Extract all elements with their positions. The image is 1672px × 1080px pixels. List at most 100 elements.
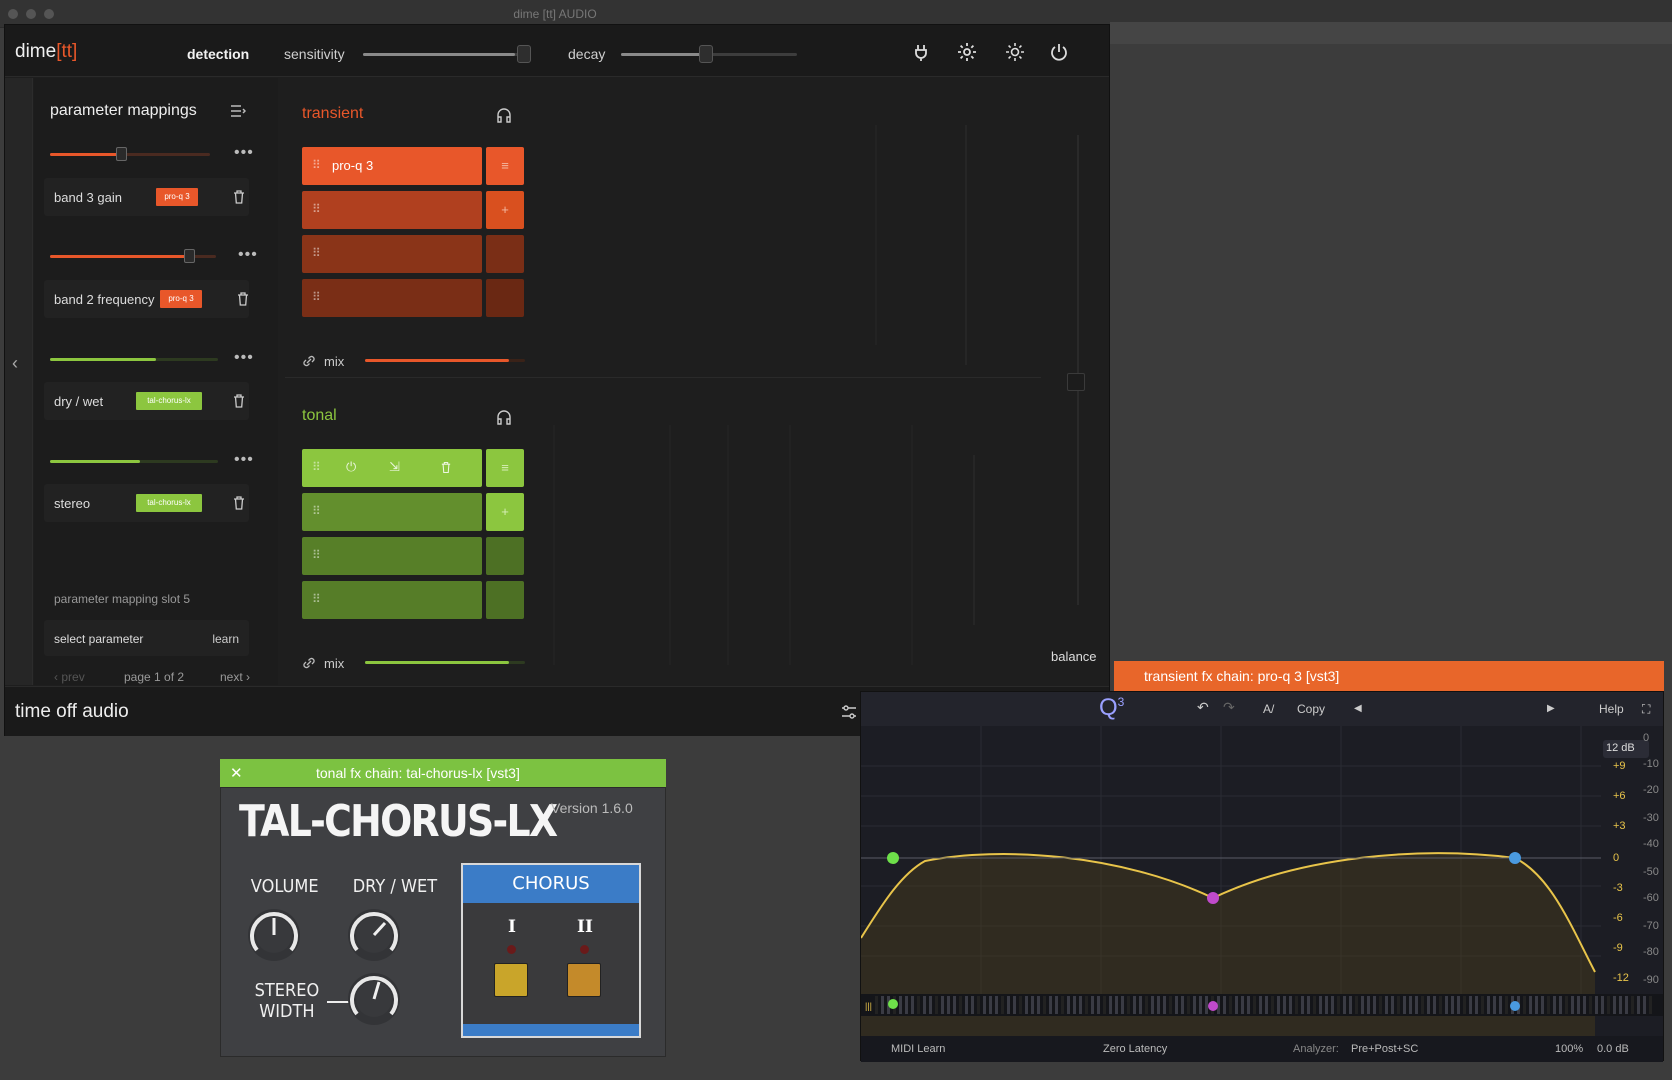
preset-prev-icon[interactable]: ◀: [1354, 703, 1362, 714]
fullscreen-icon[interactable]: ⛶: [1642, 702, 1650, 717]
stereo-width-knob[interactable]: [345, 970, 403, 1028]
learn-button[interactable]: learn: [212, 632, 239, 646]
link-icon[interactable]: [302, 656, 316, 670]
select-parameter-button[interactable]: select parameter: [54, 632, 143, 646]
chevron-left-icon[interactable]: ‹: [12, 353, 18, 374]
eq-band-node[interactable]: [1509, 852, 1521, 864]
trash-icon[interactable]: [237, 292, 249, 306]
chorus-mode-2-button[interactable]: [567, 963, 601, 997]
close-icon[interactable]: ✕: [230, 764, 243, 782]
chorus-mode-1-button[interactable]: [494, 963, 528, 997]
more-options-icon[interactable]: •••: [238, 246, 258, 264]
fx-slot-button[interactable]: [486, 537, 524, 575]
fx-slot-empty[interactable]: ⠿: [302, 279, 482, 317]
headphones-icon[interactable]: [496, 107, 512, 123]
volume-knob[interactable]: [245, 906, 303, 964]
balance-handle[interactable]: [1067, 373, 1085, 391]
headphones-icon[interactable]: [496, 409, 512, 425]
analyzer-db-tick-label: 0: [1643, 732, 1650, 744]
eq-band-node[interactable]: [1207, 892, 1219, 904]
fx-slot[interactable]: ⠿ ⏻ ⇲: [302, 449, 482, 487]
balance-track[interactable]: [1077, 135, 1079, 605]
power-icon[interactable]: [1048, 41, 1070, 63]
mapping-row[interactable]: stereo tal-chorus-lx: [44, 484, 249, 522]
fx-slot-empty[interactable]: ⠿: [302, 191, 482, 229]
drag-handle-icon[interactable]: ⠿: [312, 460, 321, 474]
mapping-row[interactable]: band 3 gain pro-q 3: [44, 178, 249, 216]
trash-icon[interactable]: [233, 190, 245, 204]
mapping-range-thumb[interactable]: [184, 249, 195, 263]
copy-button[interactable]: Copy: [1297, 702, 1325, 716]
slot-menu-button[interactable]: ≡: [486, 147, 524, 185]
collapse-icon[interactable]: ⇲: [389, 459, 400, 475]
help-button[interactable]: Help: [1599, 702, 1624, 716]
tonal-mix-slider[interactable]: [365, 661, 525, 664]
next-page-button[interactable]: next ›: [220, 670, 250, 684]
decay-slider[interactable]: [621, 45, 797, 63]
add-fx-button[interactable]: +: [486, 493, 524, 531]
drywet-knob[interactable]: [345, 906, 403, 964]
sensitivity-slider-thumb[interactable]: [517, 45, 531, 63]
prev-page-button[interactable]: ‹ prev: [54, 670, 85, 684]
eq-graph[interactable]: |||: [861, 726, 1663, 1036]
output-gain[interactable]: 0.0 dB: [1597, 1043, 1629, 1055]
list-menu-icon[interactable]: [230, 104, 246, 118]
preset-next-icon[interactable]: ▶: [1547, 703, 1555, 714]
transient-mix-slider[interactable]: [365, 359, 525, 362]
more-options-icon[interactable]: •••: [234, 451, 254, 469]
ab-button[interactable]: A/: [1263, 702, 1274, 716]
trash-icon[interactable]: [233, 496, 245, 510]
redo-icon[interactable]: ↷: [1223, 699, 1235, 716]
tal-window-titlebar[interactable]: ✕ tonal fx chain: tal-chorus-lx [vst3]: [220, 759, 666, 787]
drag-handle-icon[interactable]: ⠿: [312, 202, 321, 216]
fx-slot-button[interactable]: [486, 581, 524, 619]
fx-slot-button[interactable]: [486, 235, 524, 273]
fx-slot[interactable]: ⠿ pro-q 3: [302, 147, 482, 185]
drag-handle-icon[interactable]: ⠿: [312, 290, 321, 304]
drag-handle-icon[interactable]: ⠿: [312, 592, 321, 606]
bypass-power-icon[interactable]: ⏻: [346, 459, 356, 475]
mapping-row[interactable]: band 2 frequency pro-q 3: [44, 280, 249, 318]
mapping-range-slider[interactable]: [50, 358, 218, 361]
gear-icon[interactable]: [956, 41, 978, 63]
plug-icon[interactable]: [910, 41, 932, 63]
fx-slot-button[interactable]: [486, 279, 524, 317]
more-options-icon[interactable]: •••: [234, 144, 254, 162]
drag-handle-icon[interactable]: ⠿: [312, 504, 321, 518]
select-parameter-row[interactable]: select parameter learn: [44, 620, 249, 656]
mapping-range-slider[interactable]: [50, 147, 210, 161]
fx-slot-empty[interactable]: ⠿: [302, 235, 482, 273]
decay-slider-thumb[interactable]: [699, 45, 713, 63]
add-fx-button[interactable]: +: [486, 191, 524, 229]
mapping-range-slider[interactable]: [50, 249, 216, 263]
trash-icon[interactable]: [233, 394, 245, 408]
fx-slot-empty[interactable]: ⠿: [302, 537, 482, 575]
drag-handle-icon[interactable]: ⠿: [312, 158, 321, 172]
drag-handle-icon[interactable]: ⠿: [312, 548, 321, 562]
mapping-range-thumb[interactable]: [116, 147, 127, 161]
trash-icon[interactable]: [441, 461, 451, 474]
fx-slot-empty[interactable]: ⠿: [302, 581, 482, 619]
drag-handle-icon[interactable]: ⠿: [312, 246, 321, 260]
collapse-panel-strip[interactable]: ‹: [5, 78, 33, 685]
latency-mode-button[interactable]: Zero Latency: [1103, 1043, 1167, 1055]
eq-band-node[interactable]: [887, 852, 899, 864]
detection-tab[interactable]: detection: [187, 46, 249, 62]
analyzer-mode-button[interactable]: Pre+Post+SC: [1351, 1043, 1418, 1055]
sensitivity-slider[interactable]: [363, 45, 531, 63]
mapping-range-slider[interactable]: [50, 460, 218, 463]
undo-icon[interactable]: ↶: [1197, 699, 1209, 716]
zoom-level[interactable]: 100%: [1555, 1043, 1583, 1055]
db-tick-label: +9: [1613, 760, 1626, 772]
chorus-mode-1-label: I: [508, 917, 516, 937]
slot-menu-button[interactable]: ≡: [486, 449, 524, 487]
proq-window-titlebar[interactable]: transient fx chain: pro-q 3 [vst3]: [1114, 661, 1664, 691]
more-options-icon[interactable]: •••: [234, 349, 254, 367]
link-icon[interactable]: [302, 354, 316, 368]
sun-icon[interactable]: [1004, 41, 1026, 63]
range-label[interactable]: 12 dB: [1606, 742, 1635, 754]
sliders-icon[interactable]: [841, 704, 857, 720]
midi-learn-button[interactable]: MIDI Learn: [891, 1043, 945, 1055]
fx-slot-empty[interactable]: ⠿: [302, 493, 482, 531]
mapping-row[interactable]: dry / wet tal-chorus-lx: [44, 382, 249, 420]
